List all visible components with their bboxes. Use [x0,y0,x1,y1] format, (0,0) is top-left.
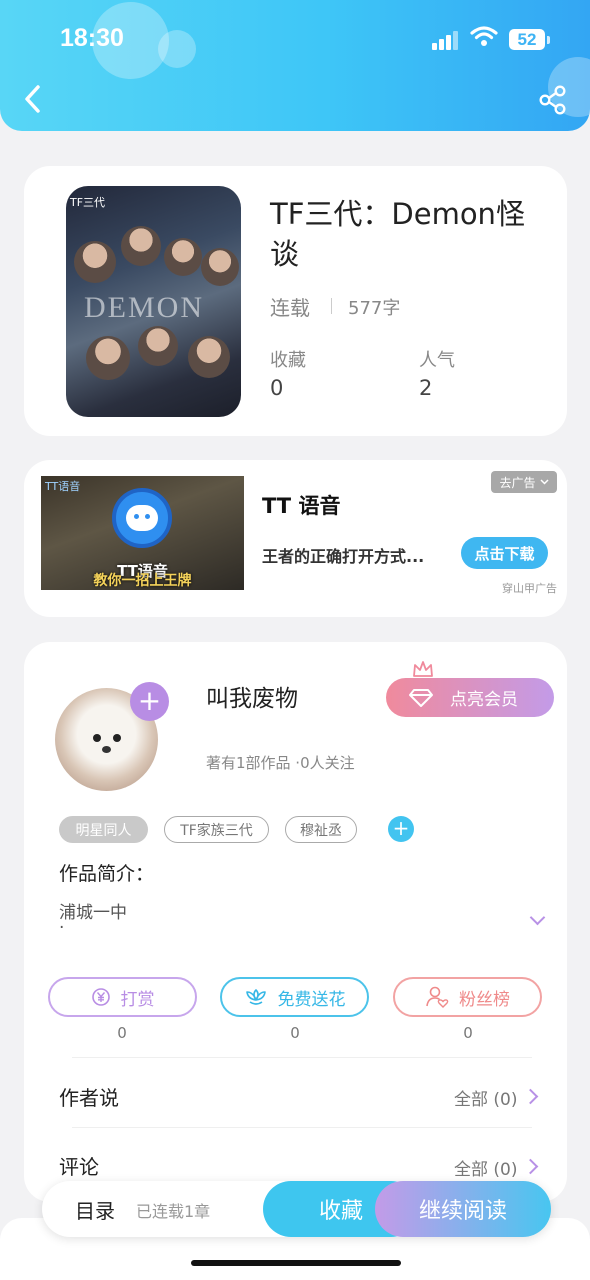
diamond-icon [409,688,433,707]
catalog-button[interactable]: 目录 [75,1195,115,1224]
tip-count: 0 [117,1024,127,1042]
crown-icon [413,661,433,677]
author-says-all: 全部 (0) [454,1090,518,1110]
author-name: 叫我废物 [206,686,298,712]
comments-all: 全部 (0) [454,1160,518,1180]
decor-bubble [158,30,196,68]
follow-plus-button[interactable]: + [130,682,169,721]
ad-thumbnail[interactable]: TT语音 TT语音 教你一招上王牌 [41,476,244,590]
status-time: 18:30 [60,24,124,52]
author-stats: 著有1部作品 ·0人关注 [206,754,355,772]
bottom-action-bar: 目录 已连载1章 收藏 继续阅读 [42,1181,551,1237]
popularity-label: 人气 [419,350,455,371]
flower-icon [245,989,266,1005]
comments-row[interactable]: 评论 全部 (0) [59,1151,547,1181]
comments-label: 评论 [59,1155,99,1179]
fan-count: 0 [463,1024,473,1042]
favorites-label: 收藏 [270,350,306,371]
chevron-right-icon [522,1088,539,1105]
tag-item[interactable]: 穆祉丞 [285,816,357,843]
chevron-right-icon [522,1158,539,1175]
intro-text-dot: · [59,918,65,938]
author-says-label: 作者说 [59,1086,119,1110]
wifi-icon [470,26,498,46]
popularity-value: 2 [419,376,433,400]
send-flower-label: 免费送花 [277,989,346,1010]
ad-description: 王者的正确打开方式... [262,547,425,566]
add-tag-button[interactable]: + [388,816,414,842]
cover-caption: TF三代 [70,196,106,209]
share-icon[interactable] [538,85,568,115]
favorites-value: 0 [270,376,284,400]
vip-button-label: 点亮会员 [450,690,518,710]
back-icon[interactable] [22,84,44,114]
ad-source: 穿山甲广告 [502,582,557,595]
remove-ad-label: 去广告 [499,475,536,490]
top-header: 18:30 52 [0,0,590,131]
divider [72,1057,532,1058]
continue-reading-button[interactable]: 继续阅读 [375,1181,551,1237]
chevron-down-icon [539,479,549,485]
flower-count: 0 [290,1024,300,1042]
ad-download-button[interactable]: 点击下载 [461,537,548,569]
divider [72,1127,532,1128]
tag-item[interactable]: 明星同人 [59,816,148,843]
status-divider [331,298,332,314]
book-status: 连载 [270,296,310,320]
intro-text: 浦城一中 [59,903,127,923]
fan-ranking-button[interactable]: 粉丝榜 [393,977,542,1017]
ad-title: TT 语音 [262,494,341,518]
signal-icon [432,30,460,50]
send-flower-button[interactable]: 免费送花 [220,977,369,1017]
remove-ad-button[interactable]: 去广告 [491,471,557,493]
tip-button[interactable]: 打赏 [48,977,197,1017]
battery-cap [547,36,550,44]
author-says-row[interactable]: 作者说 全部 (0) [59,1082,547,1112]
cover-logo: DEMON [84,291,204,324]
tip-label: 打赏 [120,989,155,1010]
chapter-count: 已连载1章 [136,1202,211,1221]
yen-coin-icon [91,988,110,1006]
book-title: TF三代：Demon怪谈 [270,197,525,271]
book-cover[interactable]: TF三代 DEMON [66,186,241,417]
tag-item[interactable]: TF家族三代 [164,816,269,843]
battery-indicator: 52 [509,29,545,50]
user-heart-icon [426,986,449,1008]
tt-logo-icon [112,488,172,548]
fan-ranking-label: 粉丝榜 [459,989,510,1010]
intro-label: 作品简介： [59,863,155,885]
word-count: 577字 [348,298,401,319]
vip-button[interactable]: 点亮会员 [386,678,554,717]
home-indicator [191,1260,401,1266]
ad-thumb-banner: 教你一招上王牌 [93,573,192,589]
